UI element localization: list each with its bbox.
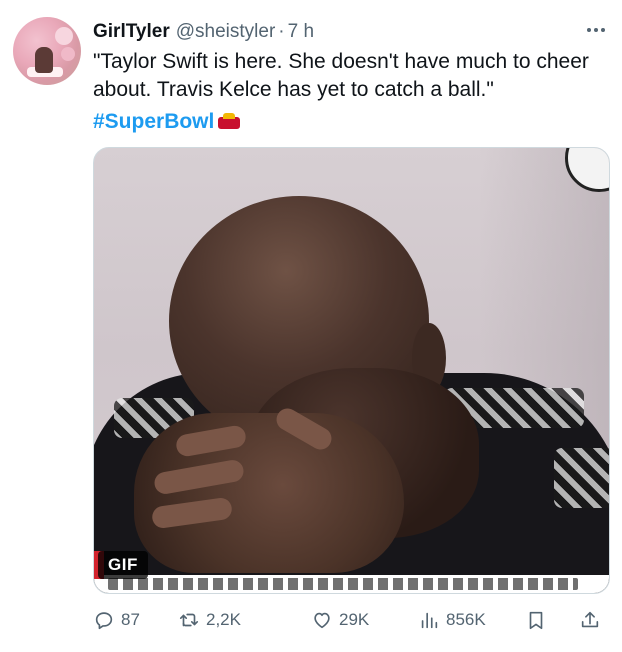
- share-button[interactable]: [579, 605, 601, 635]
- media-lower-third-text: [108, 578, 578, 590]
- like-button[interactable]: 29K: [311, 605, 369, 635]
- tweet-text: "Taylor Swift is here. She doesn't have …: [93, 50, 589, 101]
- share-icon: [581, 611, 599, 628]
- superbowl-logo-icon: [218, 113, 241, 131]
- action-bar: 87 2,2K 29K 856K: [93, 605, 608, 635]
- bookmark-icon: [529, 611, 543, 630]
- hashtag-row: #SuperBowl: [93, 108, 241, 136]
- user-handle[interactable]: @sheistyler: [176, 21, 276, 43]
- hashtag-link[interactable]: #SuperBowl: [93, 110, 214, 134]
- display-name[interactable]: GirlTyler: [93, 21, 170, 43]
- bookmark-button[interactable]: [525, 605, 547, 635]
- more-icon[interactable]: [584, 22, 608, 38]
- reply-button[interactable]: 87: [93, 605, 140, 635]
- views-count: 856K: [446, 610, 486, 629]
- tweet-time[interactable]: 7 h: [288, 21, 314, 43]
- retweet-count: 2,2K: [206, 610, 241, 629]
- media-lower-third: [94, 575, 609, 593]
- tweet-card[interactable]: GirlTyler @sheistyler · 7 h "Taylor Swif…: [0, 0, 622, 652]
- avatar-balloon: [61, 47, 75, 61]
- retweet-icon: [179, 613, 199, 627]
- separator-dot: ·: [278, 21, 285, 42]
- views-icon: [421, 612, 438, 629]
- retweet-button[interactable]: 2,2K: [178, 605, 241, 635]
- tweet-header: GirlTyler @sheistyler · 7 h: [93, 20, 314, 44]
- views-button[interactable]: 856K: [418, 605, 486, 635]
- media-hand: [134, 413, 404, 573]
- reply-icon: [95, 612, 113, 630]
- gif-badge: GIF: [98, 551, 148, 579]
- heart-icon: [314, 612, 330, 629]
- avatar-figure: [35, 47, 53, 73]
- avatar-balloon: [55, 27, 73, 45]
- media-gif[interactable]: GIF: [93, 147, 610, 594]
- reply-count: 87: [121, 610, 140, 629]
- shirt-pattern: [554, 448, 609, 508]
- avatar[interactable]: [13, 17, 81, 85]
- like-count: 29K: [339, 610, 370, 629]
